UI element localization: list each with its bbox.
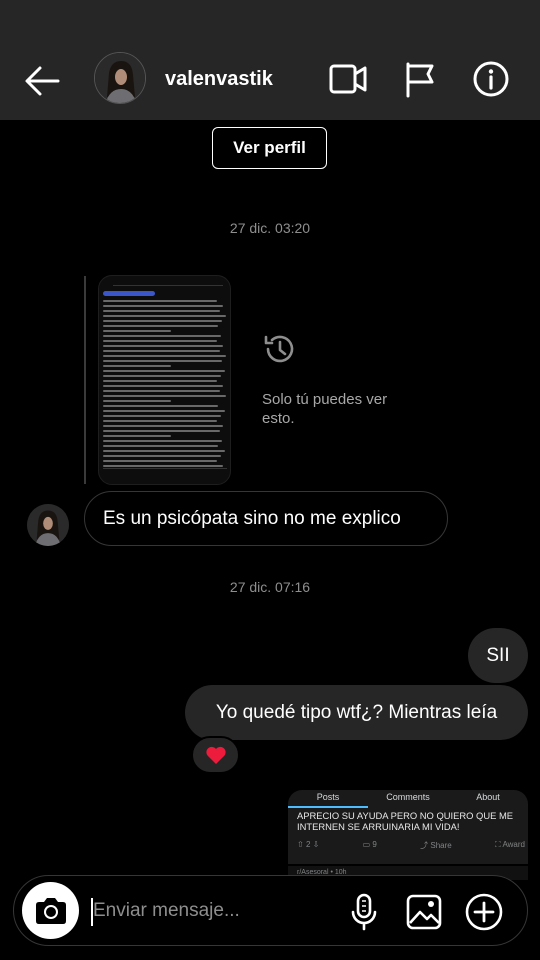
timestamp: 27 dic. 07:16	[229, 579, 311, 595]
camera-icon	[35, 897, 66, 924]
thumb-text-line	[103, 415, 221, 417]
thumb-text-line	[103, 365, 172, 367]
add-icon[interactable]	[464, 892, 504, 932]
thumb-text-line	[103, 330, 172, 332]
message-input[interactable]	[91, 886, 331, 936]
thumb-text-line	[103, 445, 219, 447]
profile-photo-icon	[27, 504, 69, 546]
thumb-text-line	[103, 440, 223, 442]
thumb-text-line	[103, 380, 218, 382]
post-tab-posts: Posts	[288, 790, 368, 808]
shared-post-preview[interactable]: Posts Comments About APRECIO SU AYUDA PE…	[288, 790, 528, 880]
thumb-text-line	[103, 390, 220, 392]
disappearing-media-thumbnail[interactable]	[98, 275, 231, 485]
thumb-text-line	[103, 420, 218, 422]
back-arrow-icon[interactable]	[22, 62, 62, 100]
incoming-message-bubble[interactable]: Es un psicópata sino no me explico	[84, 491, 448, 546]
thumb-text-line	[103, 410, 225, 412]
thumb-text-line	[103, 335, 221, 337]
camera-button[interactable]	[22, 882, 79, 939]
thumb-text-line	[103, 425, 224, 427]
thumb-text-line	[103, 300, 218, 302]
thumb-text-line	[103, 340, 218, 342]
timestamp: 27 dic. 03:20	[229, 220, 311, 236]
heart-reaction[interactable]	[191, 736, 240, 774]
thumb-flair	[103, 291, 155, 296]
chat-header: valenvastik	[0, 0, 540, 120]
thumb-text-line	[103, 375, 221, 377]
thumb-text-line	[103, 360, 223, 362]
thumb-text-line	[103, 435, 172, 437]
outgoing-message-bubble[interactable]: SII	[468, 628, 528, 683]
thumb-text-lines	[103, 300, 227, 470]
post-tabs: Posts Comments About	[288, 790, 528, 808]
message-composer	[13, 875, 528, 946]
thumb-text-line	[103, 355, 226, 357]
outgoing-message-bubble[interactable]: Yo quedé tipo wtf¿? Mientras leía	[185, 685, 528, 740]
disappearing-status-text: Solo tú puedes ver esto.	[262, 391, 388, 427]
post-tab-comments: Comments	[386, 792, 430, 802]
thumb-text-line	[103, 315, 226, 317]
post-award-label: Award	[502, 840, 525, 849]
post-award: ⛶ Award	[495, 840, 525, 849]
post-votes: ⇧ 2 ⇩	[297, 840, 320, 849]
thumb-text-line	[103, 345, 224, 347]
thumb-text-line	[103, 385, 224, 387]
thumb-text-line	[103, 320, 223, 322]
thumb-text-line	[103, 305, 224, 307]
video-call-icon[interactable]	[329, 60, 367, 98]
thumb-text-line	[103, 450, 225, 452]
thumb-text-line	[103, 310, 220, 312]
post-comments: ▭ 9	[362, 840, 377, 849]
thumb-text-line	[103, 465, 224, 467]
thumb-text-line	[103, 395, 226, 397]
header-username[interactable]: valenvastik	[165, 68, 273, 91]
post-actions: ⇧ 2 ⇩ ▭ 9 ⤴ Share ⛶ Award	[297, 840, 525, 851]
thumb-text-line	[103, 370, 225, 372]
sender-avatar[interactable]	[27, 504, 69, 546]
thumb-text-line	[103, 455, 221, 457]
post-share: ⤴ Share	[420, 841, 452, 850]
thumb-text-line	[103, 430, 220, 432]
thumb-text-line	[103, 350, 220, 352]
thumb-header	[113, 280, 223, 286]
history-icon	[264, 335, 294, 363]
gallery-icon[interactable]	[404, 892, 444, 932]
info-icon[interactable]	[472, 60, 510, 98]
thumb-text-line	[103, 325, 219, 327]
thumb-footer	[103, 468, 227, 474]
microphone-icon[interactable]	[344, 892, 384, 932]
thumb-text-line	[103, 400, 172, 402]
post-title: APRECIO SU AYUDA PERO NO QUIERO QUE ME I…	[297, 810, 514, 832]
thumb-text-line	[103, 405, 219, 407]
view-profile-button[interactable]: Ver perfil	[212, 127, 327, 169]
thumb-text-line	[103, 460, 218, 462]
heart-icon	[205, 746, 226, 764]
reply-line	[84, 276, 86, 484]
avatar[interactable]	[94, 52, 146, 104]
post-comment-count: 9	[372, 840, 377, 849]
post-share-label: Share	[430, 841, 452, 850]
post-vote-count: 2	[305, 840, 311, 849]
profile-photo-icon	[95, 53, 145, 103]
post-tab-about: About	[476, 792, 500, 802]
flag-icon[interactable]	[402, 60, 440, 98]
